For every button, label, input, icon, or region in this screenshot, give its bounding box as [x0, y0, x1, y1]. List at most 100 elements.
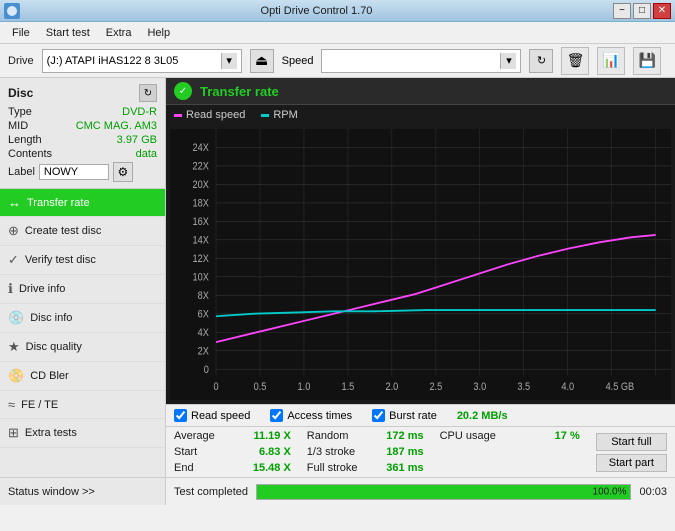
disc-contents-val: data: [136, 148, 157, 160]
speed-select-arrow[interactable]: ▾: [500, 53, 516, 69]
disc-mid-key: MID: [8, 120, 28, 132]
extra-tests-icon: ⊞: [8, 425, 19, 441]
sidebar: Disc ↻ Type DVD-R MID CMC MAG. AM3 Lengt…: [0, 78, 166, 477]
disc-refresh-button[interactable]: ↻: [139, 84, 157, 102]
read-speed-checkbox[interactable]: [174, 409, 187, 422]
maximize-button[interactable]: □: [633, 3, 651, 19]
status-window-label[interactable]: Status window >>: [8, 486, 95, 498]
stats-cpu-key: CPU usage: [440, 430, 496, 442]
nav-item-label-drive-info: Drive info: [19, 283, 65, 295]
window-controls: − □ ✕: [613, 3, 671, 19]
progress-bar-container: 100.0%: [256, 484, 631, 500]
stats-start-key: Start: [174, 446, 197, 458]
nav-item-transfer-rate[interactable]: ↔Transfer rate: [0, 189, 165, 217]
verify-test-disc-icon: ✓: [8, 252, 19, 268]
stats-cpu-row: CPU usage 17 %: [440, 429, 580, 443]
menu-item-help[interactable]: Help: [139, 25, 178, 41]
stats-stroke13-row: 1/3 stroke 187 ms: [307, 445, 424, 459]
svg-text:10X: 10X: [192, 272, 209, 284]
create-test-disc-icon: ⊕: [8, 223, 19, 239]
disc-label-key: Label: [8, 166, 35, 178]
stats-end-key: End: [174, 462, 194, 474]
nav-item-drive-info[interactable]: ℹDrive info: [0, 275, 165, 304]
burst-rate-checkbox[interactable]: [372, 409, 385, 422]
export-button[interactable]: 📊: [597, 47, 625, 75]
status-right: Test completed 100.0% 00:03: [166, 478, 675, 505]
content-area: ✓ Transfer rate Read speed RPM: [166, 78, 675, 477]
menu-item-file[interactable]: File: [4, 25, 38, 41]
svg-text:2.0: 2.0: [385, 381, 398, 393]
legend-rpm: RPM: [261, 109, 297, 121]
svg-text:18X: 18X: [192, 198, 209, 210]
speed-select[interactable]: ▾: [321, 49, 521, 73]
status-window-toggle[interactable]: Status window >>: [0, 478, 166, 505]
legend-read-speed-color: [174, 114, 182, 117]
read-speed-checkbox-label[interactable]: Read speed: [191, 410, 250, 422]
eject-button[interactable]: ⏏: [250, 49, 274, 73]
nav-item-create-test-disc[interactable]: ⊕Create test disc: [0, 217, 165, 246]
save-button[interactable]: 💾: [633, 47, 661, 75]
svg-text:4X: 4X: [198, 327, 209, 339]
stats-end-row: End 15.48 X: [174, 461, 291, 475]
svg-text:20X: 20X: [192, 179, 209, 191]
start-full-button[interactable]: Start full: [596, 433, 667, 451]
checkbox-bar: Read speed Access times Burst rate 20.2 …: [166, 404, 675, 426]
fe-te-icon: ≈: [8, 397, 15, 412]
nav-item-disc-quality[interactable]: ★Disc quality: [0, 333, 165, 362]
stats-random-val: 172 ms: [386, 430, 423, 442]
svg-text:3.0: 3.0: [473, 381, 486, 393]
disc-type-key: Type: [8, 106, 32, 118]
close-button[interactable]: ✕: [653, 3, 671, 19]
svg-text:0.5: 0.5: [254, 381, 267, 393]
clear-button[interactable]: 🗑: [561, 47, 589, 75]
svg-text:16X: 16X: [192, 216, 209, 228]
menu-item-start-test[interactable]: Start test: [38, 25, 98, 41]
nav-item-fe-te[interactable]: ≈ FE / TE: [0, 391, 165, 419]
stats-average-row: Average 11.19 X: [174, 429, 291, 443]
stats-col-2: Random 172 ms 1/3 stroke 187 ms Full str…: [299, 427, 432, 477]
svg-text:8X: 8X: [198, 290, 209, 302]
window-title: Opti Drive Control 1.70: [20, 5, 613, 17]
start-part-button[interactable]: Start part: [596, 454, 667, 472]
disc-mid-val: CMC MAG. AM3: [76, 120, 157, 132]
stats-buttons: Start full Start part: [588, 427, 675, 477]
status-time: 00:03: [639, 486, 667, 498]
nav-item-label-disc-info: Disc info: [30, 312, 72, 324]
nav-menu: ↔Transfer rate⊕Create test disc✓Verify t…: [0, 189, 165, 477]
chart-icon: ✓: [174, 82, 192, 100]
legend-read-speed: Read speed: [174, 109, 245, 121]
svg-text:12X: 12X: [192, 253, 209, 265]
drive-select[interactable]: (J:) ATAPI iHAS122 8 3L05 ▾: [42, 49, 242, 73]
stats-fullstroke-val: 361 ms: [386, 462, 423, 474]
nav-item-label-fe-te: FE / TE: [21, 399, 58, 411]
drive-select-arrow[interactable]: ▾: [221, 53, 237, 69]
access-times-checkbox-label[interactable]: Access times: [287, 410, 352, 422]
stats-cpu-val: 17 %: [555, 430, 580, 442]
svg-text:0: 0: [213, 381, 218, 393]
disc-type-val: DVD-R: [122, 106, 157, 118]
speed-refresh-button[interactable]: ↻: [529, 49, 553, 73]
stats-average-val: 11.19 X: [253, 430, 290, 442]
disc-quality-icon: ★: [8, 339, 20, 355]
nav-item-disc-info[interactable]: 💿Disc info: [0, 304, 165, 333]
nav-item-label-extra-tests: Extra tests: [25, 427, 77, 439]
access-times-checkbox[interactable]: [270, 409, 283, 422]
drive-select-value: (J:) ATAPI iHAS122 8 3L05: [47, 55, 217, 67]
nav-item-extra-tests[interactable]: ⊞ Extra tests: [0, 419, 165, 448]
status-bar: Status window >> Test completed 100.0% 0…: [0, 477, 675, 505]
burst-rate-checkbox-label[interactable]: Burst rate: [389, 410, 437, 422]
menu-item-extra[interactable]: Extra: [98, 25, 140, 41]
svg-text:2X: 2X: [198, 346, 209, 358]
svg-text:4.5 GB: 4.5 GB: [606, 381, 635, 393]
disc-label-settings-button[interactable]: ⚙: [113, 162, 133, 182]
disc-contents-key: Contents: [8, 148, 52, 160]
nav-item-verify-test-disc[interactable]: ✓Verify test disc: [0, 246, 165, 275]
disc-label-input[interactable]: [39, 164, 109, 180]
svg-text:3.5: 3.5: [517, 381, 530, 393]
nav-item-cd-bler[interactable]: 📀CD Bler: [0, 362, 165, 391]
stats-fullstroke-row: Full stroke 361 ms: [307, 461, 424, 475]
minimize-button[interactable]: −: [613, 3, 631, 19]
app-icon: [4, 3, 20, 19]
disc-section-title: Disc: [8, 86, 33, 100]
chart-svg: 24X 22X 20X 18X 16X 14X 12X 10X 8X 6X 4X…: [170, 129, 671, 400]
